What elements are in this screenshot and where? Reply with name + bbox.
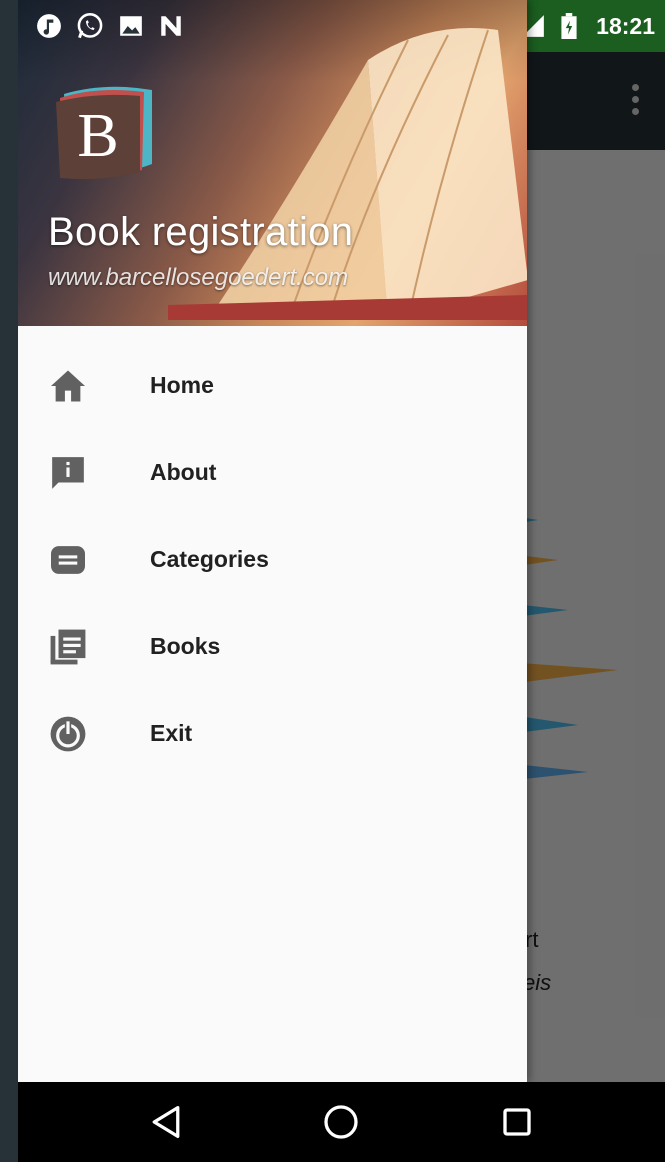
menu-item-label: Books — [150, 633, 221, 659]
recents-icon[interactable] — [487, 1092, 547, 1152]
drawer-header-title: Book registration — [48, 210, 354, 254]
menu-item-label: About — [150, 459, 217, 485]
app-logo: B — [56, 86, 152, 180]
menu-item-label: Exit — [150, 720, 193, 746]
status-time: 18:21 — [596, 12, 655, 39]
categories-icon — [18, 543, 150, 577]
drawer-header-url[interactable]: www.barcellosegoedert.com — [48, 264, 348, 292]
drawer-menu: Home About Categories Books Exit — [18, 342, 527, 777]
menu-item-categories[interactable]: Categories — [18, 516, 527, 603]
music-note-icon — [37, 14, 61, 38]
menu-item-label: Categories — [150, 546, 269, 572]
n-icon — [161, 16, 181, 36]
device-screen: 18:21 rt eis — [18, 0, 665, 1162]
power-icon — [18, 715, 150, 753]
menu-item-label: Home — [150, 372, 214, 398]
menu-item-about[interactable]: About — [18, 429, 527, 516]
menu-item-exit[interactable]: Exit — [18, 690, 527, 777]
image-icon — [120, 16, 142, 36]
navigation-drawer: B Book registration www.barcellosegoeder… — [18, 0, 527, 1082]
logo-letter: B — [77, 102, 118, 170]
about-icon — [18, 454, 150, 492]
menu-item-books[interactable]: Books — [18, 603, 527, 690]
home-icon — [18, 369, 150, 403]
system-nav-bar — [18, 1082, 665, 1162]
home-circle-icon[interactable] — [311, 1092, 371, 1152]
back-icon[interactable] — [136, 1092, 196, 1152]
battery-icon — [561, 13, 577, 39]
menu-item-home[interactable]: Home — [18, 342, 527, 429]
drawer-status-icons — [18, 0, 527, 52]
whatsapp-icon — [77, 13, 103, 39]
books-icon — [18, 628, 150, 666]
